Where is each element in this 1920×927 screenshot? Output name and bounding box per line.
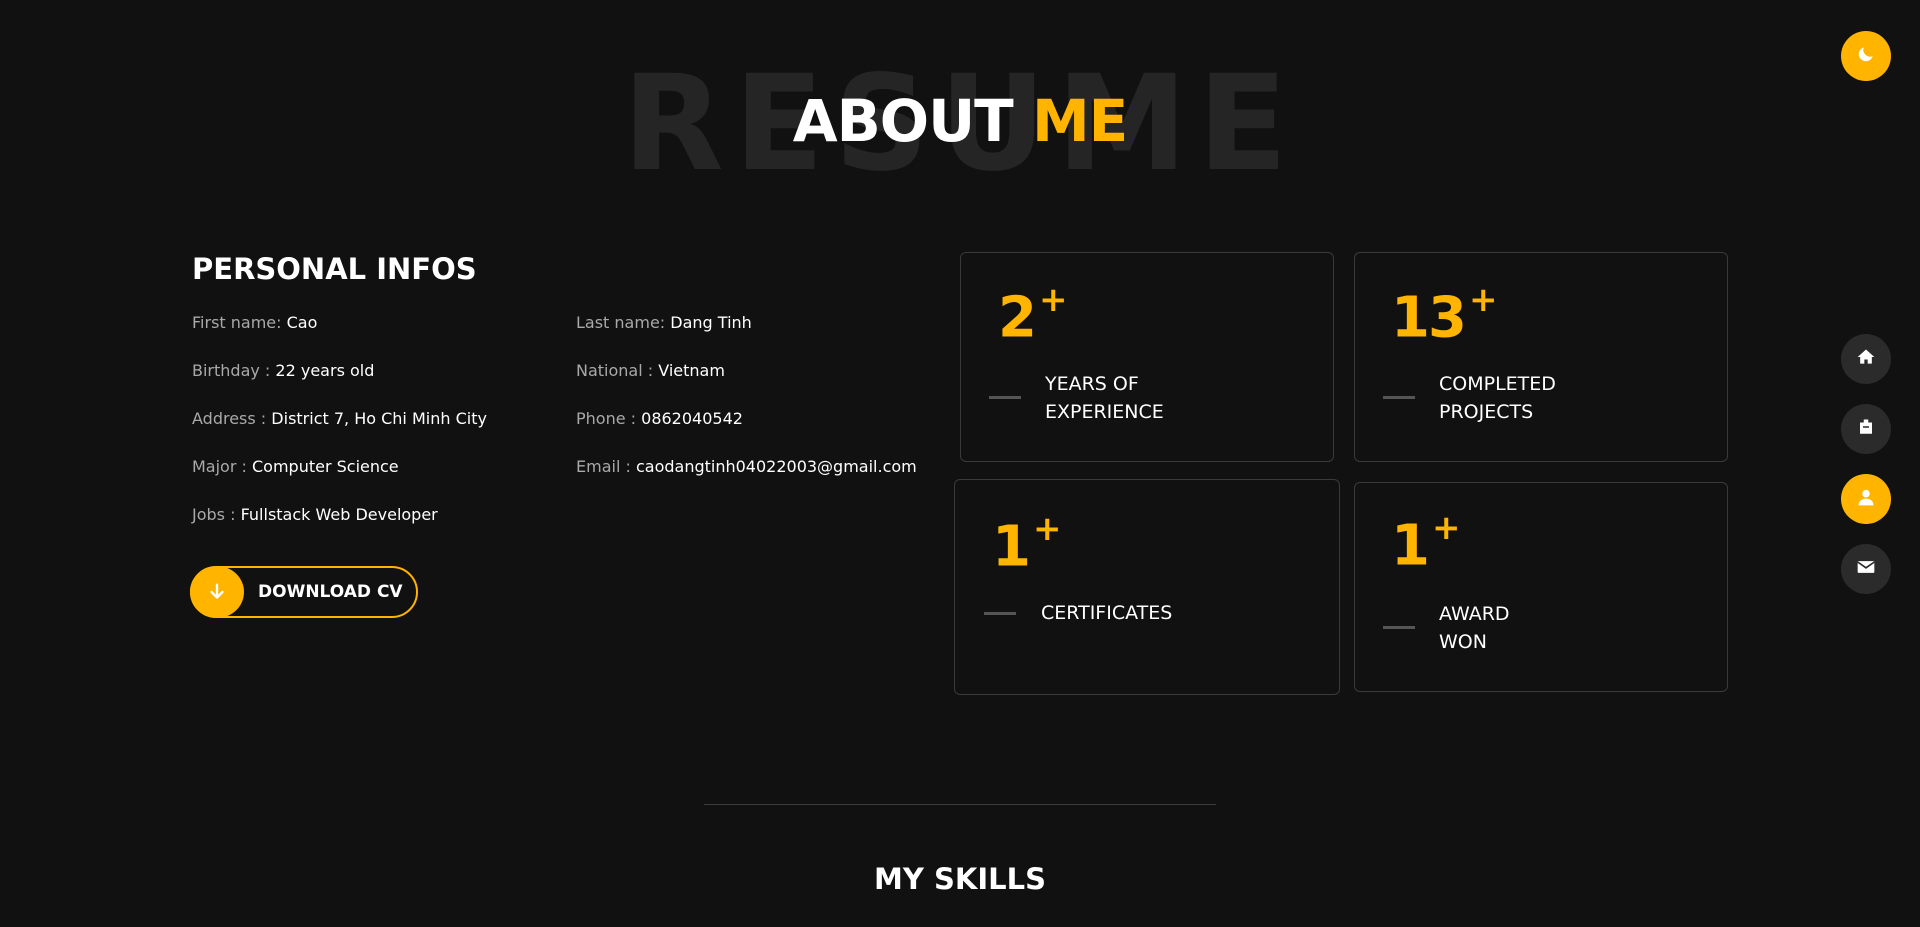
stat-dash — [984, 612, 1016, 615]
stat-label: COMPLETED PROJECTS — [1439, 370, 1639, 426]
info-key: First name: — [192, 313, 282, 332]
nav-resume-button[interactable] — [1841, 404, 1891, 454]
stat-value: 2 — [998, 285, 1037, 351]
info-key: Address : — [192, 409, 267, 428]
info-birthday: Birthday : 22 years old — [192, 361, 374, 380]
info-jobs: Jobs : Fullstack Web Developer — [192, 505, 438, 524]
stat-value: 13 — [1391, 285, 1467, 351]
stat-dash — [989, 396, 1021, 399]
stat-projects: 13 + COMPLETED PROJECTS — [1354, 252, 1728, 462]
stat-dash — [1383, 626, 1415, 629]
page-title-accent: ME — [1031, 87, 1128, 155]
stat-experience: 2 + YEARS OF EXPERIENCE — [960, 252, 1334, 462]
stat-dash — [1383, 396, 1415, 399]
nav-home-button[interactable] — [1841, 334, 1891, 384]
info-value: District 7, Ho Chi Minh City — [271, 409, 487, 428]
info-value: 0862040542 — [641, 409, 743, 428]
stat-plus: + — [1431, 508, 1460, 548]
info-value: 22 years old — [275, 361, 375, 380]
info-key: Email : — [576, 457, 631, 476]
info-key: Last name: — [576, 313, 666, 332]
info-first-name: First name: Cao — [192, 313, 317, 332]
download-cv-button[interactable]: DOWNLOAD CV — [190, 566, 418, 618]
info-national: National : Vietnam — [576, 361, 725, 380]
info-major: Major : Computer Science — [192, 457, 399, 476]
nav-contact-button[interactable] — [1841, 544, 1891, 594]
stat-label-line: COMPLETED — [1439, 373, 1556, 395]
skills-heading: MY SKILLS — [874, 862, 1046, 896]
nav-about-button[interactable] — [1841, 474, 1891, 524]
mail-icon — [1856, 557, 1876, 581]
info-key: Phone : — [576, 409, 637, 428]
stat-label: AWARD WON — [1439, 600, 1639, 656]
stat-number: 1 + — [1391, 511, 1460, 575]
stat-label-line: YEARS OF — [1045, 373, 1139, 395]
page-title-main: ABOUT — [792, 87, 1014, 155]
info-value: Computer Science — [252, 457, 399, 476]
stat-number: 1 + — [992, 512, 1061, 576]
info-last-name: Last name: Dang Tinh — [576, 313, 752, 332]
stat-certificates: 1 + CERTIFICATES — [954, 479, 1340, 695]
user-icon — [1856, 487, 1876, 511]
info-email: Email : caodangtinh04022003@gmail.com — [576, 457, 917, 476]
download-icon — [190, 566, 244, 618]
info-key: Birthday : — [192, 361, 271, 380]
info-address: Address : District 7, Ho Chi Minh City — [192, 409, 487, 428]
stat-label-line: CERTIFICATES — [1041, 602, 1173, 624]
stat-label-line: WON — [1439, 631, 1487, 653]
info-key: National : — [576, 361, 654, 380]
section-divider — [704, 804, 1216, 805]
info-value: caodangtinh04022003@gmail.com — [635, 457, 917, 476]
stat-label: CERTIFICATES — [1041, 599, 1241, 627]
stat-number: 13 + — [1391, 283, 1497, 347]
info-value: Fullstack Web Developer — [240, 505, 438, 524]
home-icon — [1856, 347, 1876, 371]
stat-number: 2 + — [998, 283, 1067, 347]
stat-award: 1 + AWARD WON — [1354, 482, 1728, 692]
stat-value: 1 — [1391, 513, 1430, 579]
info-value: Dang Tinh — [670, 313, 752, 332]
stat-plus: + — [1038, 280, 1067, 320]
info-key: Major : — [192, 457, 247, 476]
stat-label-line: EXPERIENCE — [1045, 401, 1164, 423]
stat-label-line: AWARD — [1439, 603, 1510, 625]
stat-label-line: PROJECTS — [1439, 401, 1534, 423]
info-value: Vietnam — [658, 361, 725, 380]
stat-plus: + — [1468, 280, 1497, 320]
personal-infos-heading: PERSONAL INFOS — [192, 252, 477, 286]
info-value: Cao — [286, 313, 318, 332]
stat-label: YEARS OF EXPERIENCE — [1045, 370, 1245, 426]
stat-value: 1 — [992, 514, 1031, 580]
briefcase-icon — [1857, 418, 1875, 440]
page-title: ABOUT ME — [0, 92, 1920, 150]
info-key: Jobs : — [192, 505, 236, 524]
stat-plus: + — [1032, 509, 1061, 549]
info-phone: Phone : 0862040542 — [576, 409, 743, 428]
about-page: RESUME ABOUT ME PERSONAL INFOS First nam… — [0, 0, 1920, 927]
download-cv-label: DOWNLOAD CV — [258, 582, 403, 602]
